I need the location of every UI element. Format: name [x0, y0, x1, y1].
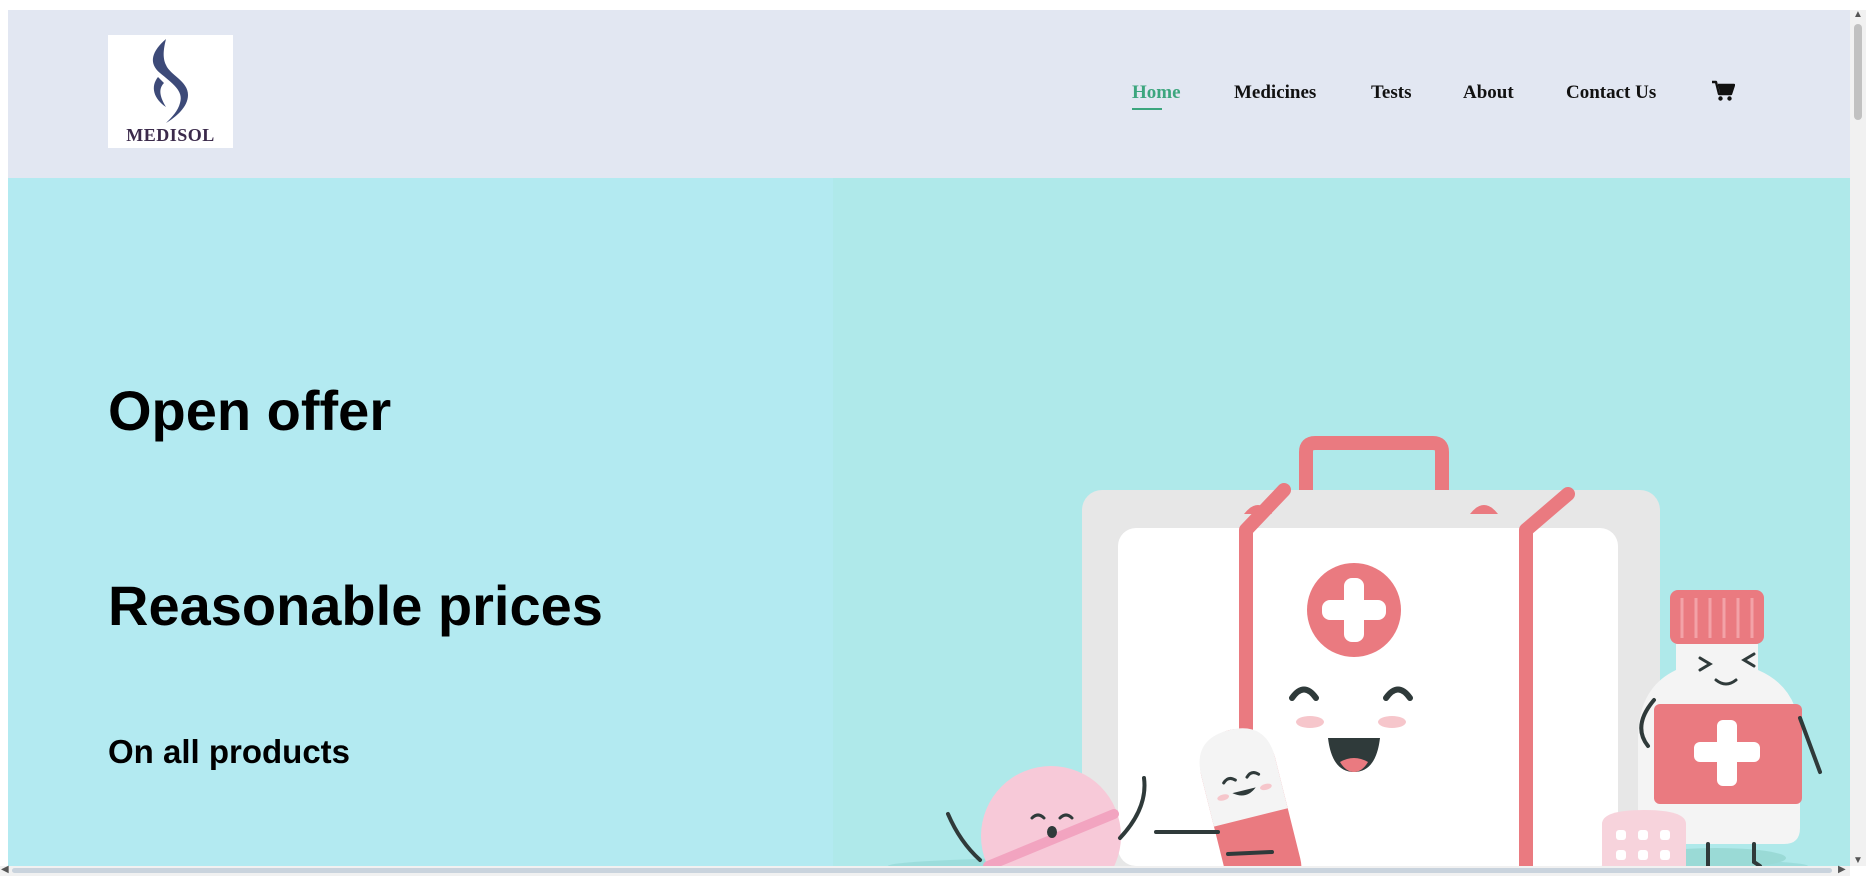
scroll-down-icon[interactable]: ▼	[1853, 856, 1863, 866]
vertical-scroll-thumb[interactable]	[1854, 24, 1862, 120]
scroll-up-icon[interactable]: ▲	[1853, 10, 1863, 20]
scroll-right-icon[interactable]: ▶	[1838, 865, 1846, 875]
main-nav: Home Medicines Tests About Contact Us	[8, 82, 1850, 112]
site-header: MEDISOL Home Medicines Tests About Conta…	[8, 10, 1850, 178]
horizontal-scrollbar[interactable]: ◀ ▶	[0, 865, 1850, 876]
nav-tests[interactable]: Tests	[1371, 82, 1411, 112]
first-aid-kit-illustration	[888, 436, 1822, 866]
hero-banner: Open offer Reasonable prices On all prod…	[8, 178, 1850, 866]
shopping-cart-icon[interactable]	[1711, 80, 1736, 102]
vertical-scrollbar[interactable]: ▲ ▼	[1850, 10, 1866, 866]
brand-name: MEDISOL	[126, 125, 215, 145]
nav-contact-us[interactable]: Contact Us	[1566, 82, 1656, 112]
nav-about[interactable]: About	[1463, 82, 1514, 112]
scroll-left-icon[interactable]: ◀	[1, 865, 9, 875]
nav-medicines[interactable]: Medicines	[1234, 82, 1316, 112]
horizontal-scroll-thumb[interactable]	[12, 868, 1832, 873]
page: MEDISOL Home Medicines Tests About Conta…	[8, 10, 1850, 866]
nav-home[interactable]: Home	[1132, 82, 1181, 112]
